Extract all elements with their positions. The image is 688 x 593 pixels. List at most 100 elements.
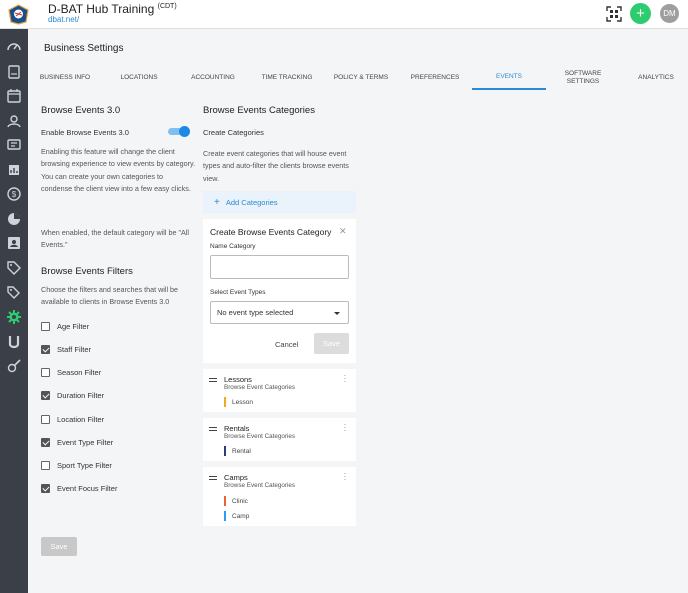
qr-scan-icon[interactable] <box>606 6 622 22</box>
filter-label: Staff Filter <box>57 344 92 354</box>
category-name: Lessons <box>224 375 252 384</box>
staff-filter-checkbox[interactable] <box>41 344 50 354</box>
tag-icon[interactable] <box>6 260 22 276</box>
category-card-lessons: Lessons Browse Event Categories · · · Less… <box>203 369 356 412</box>
avatar[interactable]: DM <box>660 4 679 23</box>
book-icon[interactable] <box>6 64 22 80</box>
reports-icon[interactable] <box>6 162 22 178</box>
more-options-icon[interactable]: · · · <box>343 421 347 435</box>
calendar-icon[interactable] <box>6 88 22 104</box>
cancel-button[interactable]: Cancel <box>275 340 298 349</box>
drag-handle-icon[interactable] <box>209 476 217 480</box>
contact-card-icon[interactable] <box>6 235 22 251</box>
event-type-label: Camp <box>232 512 250 520</box>
category-subtitle: Browse Event Categories <box>224 433 296 440</box>
create-categories-heading: Create Categories <box>203 128 264 137</box>
event-focus-filter-checkbox[interactable] <box>41 483 50 493</box>
add-button[interactable]: + <box>630 3 651 24</box>
event-type-item: Clinic <box>224 496 248 506</box>
filters-title: Browse Events Filters <box>41 266 133 277</box>
tab-accounting[interactable]: ACCOUNTING <box>178 66 248 90</box>
dashboard-icon[interactable] <box>6 39 22 55</box>
drag-handle-icon[interactable] <box>209 378 217 382</box>
event-type-label: Rental <box>232 447 251 455</box>
money-icon[interactable]: $ <box>6 186 22 202</box>
settings-icon[interactable] <box>6 309 22 325</box>
drag-handle-icon[interactable] <box>209 427 217 431</box>
tab-analytics[interactable]: ANALYTICS <box>624 66 688 90</box>
dbat-logo[interactable] <box>7 4 30 25</box>
enable-browse-events-toggle[interactable] <box>168 126 190 137</box>
form-save-button[interactable]: Save <box>314 333 349 354</box>
add-categories-button[interactable]: + Add Categories <box>203 191 356 213</box>
event-type-label: Clinic <box>232 497 248 505</box>
color-bar <box>224 397 226 407</box>
more-options-icon[interactable]: · · · <box>343 372 347 386</box>
sidebar: $ <box>0 29 28 593</box>
category-name-input[interactable] <box>210 255 349 279</box>
filter-staff[interactable]: Staff Filter <box>41 344 91 354</box>
plus-icon: + <box>214 196 220 208</box>
category-card-rentals: Rentals Browse Event Categories · · · Rent… <box>203 418 356 461</box>
chat-icon[interactable] <box>6 137 22 153</box>
event-type-item: Rental <box>224 446 251 456</box>
filter-label: Event Focus Filter <box>57 483 118 493</box>
category-subtitle: Browse Event Categories <box>224 482 296 489</box>
color-bar <box>224 446 226 456</box>
filter-age[interactable]: Age Filter <box>41 321 89 331</box>
form-title: Create Browse Events Category <box>210 227 332 237</box>
age-filter-checkbox[interactable] <box>41 321 50 331</box>
university-icon[interactable] <box>6 334 22 350</box>
filter-label: Season Filter <box>57 367 102 377</box>
filter-duration[interactable]: Duration Filter <box>41 390 104 400</box>
filter-label: Age Filter <box>57 321 90 331</box>
users-icon[interactable] <box>6 113 22 129</box>
tab-preferences[interactable]: PREFERENCES <box>400 66 470 90</box>
tools-icon[interactable] <box>6 358 22 374</box>
filter-location[interactable]: Location Filter <box>41 414 104 424</box>
tab-events[interactable]: EVENTS <box>472 66 546 90</box>
category-name: Rentals <box>224 424 250 433</box>
sport-type-filter-checkbox[interactable] <box>41 460 50 470</box>
event-type-select-value: No event type selected <box>217 308 294 317</box>
pie-chart-icon[interactable] <box>6 211 22 227</box>
color-bar <box>224 496 226 506</box>
categories-description: Create event categories that will house … <box>203 149 349 183</box>
tab-policy-terms[interactable]: POLICY & TERMS <box>326 66 396 90</box>
svg-text:$: $ <box>12 190 17 199</box>
app-url-link[interactable]: dbat.net/ <box>48 15 79 24</box>
more-options-icon[interactable]: · · · <box>343 470 347 484</box>
close-icon[interactable]: ✕ <box>339 226 347 237</box>
app-title: D-BAT Hub Training (CDT) <box>48 2 177 16</box>
event-type-item: Lesson <box>224 397 253 407</box>
browse-events-description: Enabling this feature will change the cl… <box>41 147 196 194</box>
save-button[interactable]: Save <box>41 537 77 556</box>
event-type-filter-checkbox[interactable] <box>41 437 50 447</box>
filter-sport-type[interactable]: Sport Type Filter <box>41 460 112 470</box>
filter-label: Sport Type Filter <box>57 460 112 470</box>
tab-locations[interactable]: LOCATIONS <box>106 66 172 90</box>
location-filter-checkbox[interactable] <box>41 414 50 424</box>
settings-tabs: BUSINESS INFO LOCATIONS ACCOUNTING TIME … <box>28 66 688 90</box>
filter-label: Location Filter <box>57 414 105 424</box>
category-card-camps: Camps Browse Event Categories · · · Clinic… <box>203 467 356 526</box>
filter-season[interactable]: Season Filter <box>41 367 101 377</box>
enable-browse-events-label: Enable Browse Events 3.0 <box>41 128 129 137</box>
tags-icon[interactable] <box>6 284 22 300</box>
timezone-label: (CDT) <box>157 3 177 10</box>
season-filter-checkbox[interactable] <box>41 367 50 377</box>
event-type-item: Camp <box>224 511 249 521</box>
name-category-label: Name Category <box>210 243 256 250</box>
filter-event-type[interactable]: Event Type Filter <box>41 437 113 447</box>
duration-filter-checkbox[interactable] <box>41 390 50 400</box>
event-type-select[interactable]: No event type selected <box>210 301 349 324</box>
tab-software-settings[interactable]: SOFTWARE SETTINGS <box>552 66 614 90</box>
tab-time-tracking[interactable]: TIME TRACKING <box>252 66 322 90</box>
page-title: Business Settings <box>44 43 124 54</box>
filter-event-focus[interactable]: Event Focus Filter <box>41 483 117 493</box>
create-category-form: Create Browse Events Category ✕ Name Cat… <box>203 219 356 363</box>
filter-label: Event Type Filter <box>57 437 114 447</box>
category-subtitle: Browse Event Categories <box>224 384 296 391</box>
add-categories-label: Add Categories <box>225 197 278 207</box>
tab-business-info[interactable]: BUSINESS INFO <box>30 66 100 90</box>
